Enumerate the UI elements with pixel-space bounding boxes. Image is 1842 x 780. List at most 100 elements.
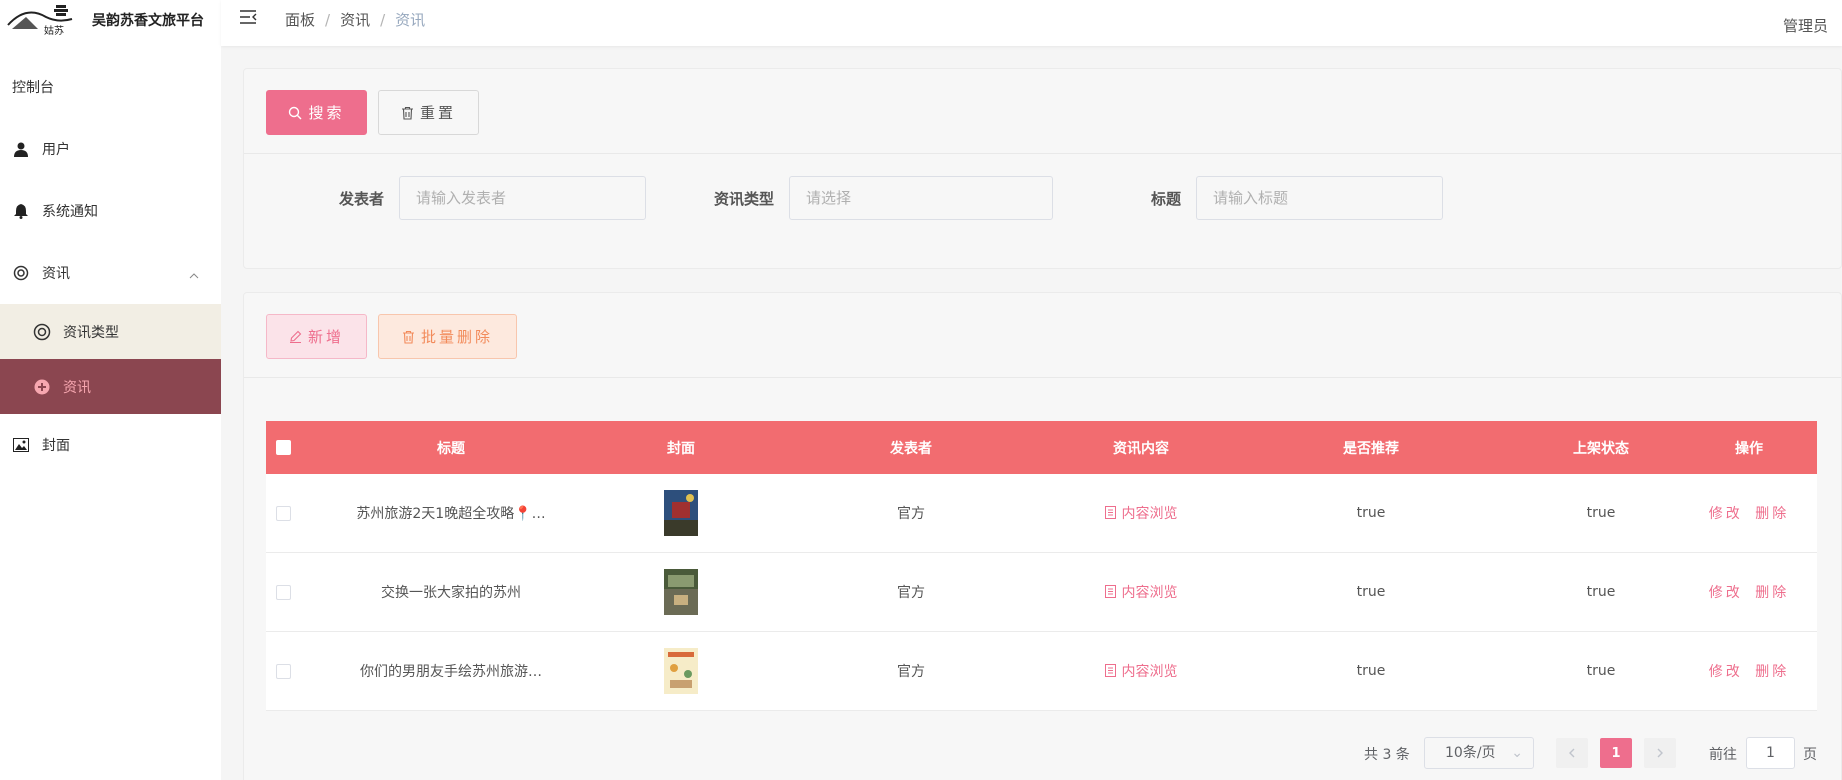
svg-text:姑苏: 姑苏 (44, 24, 64, 37)
sidebar-item-label: 控制台 (12, 80, 54, 96)
news-table: 标题 封面 发表者 资讯内容 是否推荐 上架状态 操作 苏州旅游2天1晚超全攻略… (266, 421, 1817, 711)
menu-toggle-icon[interactable] (239, 9, 257, 29)
user-menu[interactable]: 管理员 (1783, 15, 1828, 36)
reset-button-label: 重置 (419, 104, 456, 122)
reset-button[interactable]: 重置 (378, 90, 479, 135)
document-icon (1104, 506, 1116, 520)
plus-circle-icon (33, 378, 51, 396)
title-label: 标题 (1151, 190, 1182, 208)
breadcrumb-item-current: 资讯 (395, 11, 426, 29)
sidebar-item-news-type[interactable]: 资讯类型 (0, 304, 221, 359)
trash-icon (401, 106, 414, 120)
content-preview-link[interactable]: 内容浏览 (1104, 661, 1178, 681)
sidebar: 姑苏 吴韵苏香文旅平台 控制台 用户 系统通知 资讯 资讯类型 资讯 封面 (0, 0, 221, 780)
column-header-title: 标题 (437, 440, 465, 457)
publisher-input[interactable]: 请输入发表者 (399, 176, 646, 220)
content-preview-label: 内容浏览 (1121, 505, 1178, 522)
list-toolbar: 新增 批量删除 (244, 293, 1841, 378)
add-button[interactable]: 新增 (266, 314, 367, 359)
breadcrumb-item-panel[interactable]: 面板 (285, 11, 315, 29)
column-header-status: 上架状态 (1573, 440, 1629, 457)
title-input[interactable]: 请输入标题 (1196, 176, 1443, 220)
search-form: 发表者 请输入发表者 资讯类型 请选择 标题 请输入标题 (244, 176, 1841, 221)
content-preview-label: 内容浏览 (1121, 584, 1178, 601)
row-checkbox[interactable] (276, 505, 291, 521)
news-list-panel: 新增 批量删除 标题 封面 发表者 资讯内容 是否推荐 上架状态 操作 苏州旅游… (243, 292, 1842, 780)
publisher-label: 发表者 (339, 190, 385, 208)
column-header-content: 资讯内容 (1113, 440, 1169, 457)
table-header: 标题 封面 发表者 资讯内容 是否推荐 上架状态 操作 (266, 421, 1817, 474)
news-type-select[interactable]: 请选择 (789, 176, 1053, 220)
page-size-value: 10条/页 (1445, 745, 1496, 761)
chevron-right-icon (1657, 748, 1663, 758)
row-publisher: 官方 (897, 664, 925, 680)
row-status: true (1586, 663, 1616, 679)
row-recommended: true (1356, 663, 1386, 679)
cover-thumbnail[interactable] (664, 490, 698, 536)
sidebar-item-label: 资讯 (42, 266, 70, 282)
trash-icon (402, 330, 415, 344)
page-size-select[interactable]: 10条/页 ⌄ (1424, 737, 1534, 769)
sidebar-item-notifications[interactable]: 系统通知 (0, 180, 221, 242)
sidebar-item-label: 资讯类型 (63, 324, 119, 341)
bell-icon (12, 202, 30, 220)
select-all-checkbox[interactable] (276, 440, 291, 455)
row-publisher: 官方 (897, 585, 925, 601)
pagination: 共 3 条 10条/页 ⌄ 1 前往 1 页 (244, 737, 1841, 769)
column-header-cover: 封面 (667, 440, 695, 457)
lifebuoy-icon (12, 264, 30, 282)
cover-thumbnail[interactable] (664, 648, 698, 694)
goto-page-input[interactable]: 1 (1746, 737, 1795, 769)
row-status: true (1586, 505, 1616, 521)
row-checkbox[interactable] (276, 663, 291, 679)
delete-button[interactable]: 删除 (1755, 506, 1789, 522)
search-panel: 搜索 重置 发表者 请输入发表者 资讯类型 请选择 标题 请输入标题 (243, 68, 1842, 269)
row-status: true (1586, 584, 1616, 600)
breadcrumb-item-news[interactable]: 资讯 (340, 11, 370, 29)
row-recommended: true (1356, 584, 1386, 600)
batch-delete-button-label: 批量删除 (420, 328, 493, 346)
sidebar-item-dashboard[interactable]: 控制台 (0, 56, 221, 118)
row-checkbox[interactable] (276, 584, 291, 600)
row-title: 苏州旅游2天1晚超全攻略📍… (356, 506, 546, 522)
table-row: 交换一张大家拍的苏州 官方 内容浏览 true true 修改 删除 (266, 553, 1817, 632)
breadcrumb: 面板 / 资讯 / 资讯 (285, 9, 425, 30)
delete-button[interactable]: 删除 (1755, 585, 1789, 601)
top-header: 面板 / 资讯 / 资讯 管理员 (221, 0, 1842, 46)
content-preview-link[interactable]: 内容浏览 (1104, 503, 1178, 523)
document-icon (1104, 664, 1116, 678)
next-page-button[interactable] (1644, 738, 1676, 768)
page-number-button[interactable]: 1 (1600, 738, 1632, 768)
sidebar-menu: 控制台 用户 系统通知 资讯 资讯类型 资讯 封面 (0, 56, 221, 476)
sidebar-item-label: 系统通知 (42, 204, 98, 220)
breadcrumb-separator: / (325, 11, 331, 29)
batch-delete-button[interactable]: 批量删除 (378, 314, 517, 359)
edit-button[interactable]: 修改 (1709, 585, 1743, 601)
row-title: 交换一张大家拍的苏州 (381, 585, 521, 601)
edit-button[interactable]: 修改 (1709, 506, 1743, 522)
delete-button[interactable]: 删除 (1755, 664, 1789, 680)
content-preview-link[interactable]: 内容浏览 (1104, 582, 1178, 602)
column-header-actions: 操作 (1735, 440, 1763, 457)
search-button[interactable]: 搜索 (266, 90, 367, 135)
sidebar-item-label: 封面 (42, 438, 70, 454)
chevron-up-icon (189, 267, 199, 283)
cover-thumbnail[interactable] (664, 569, 698, 615)
row-title: 你们的男朋友手绘苏州旅游… (360, 664, 542, 680)
chevron-left-icon (1569, 748, 1575, 758)
sidebar-item-news[interactable]: 资讯 (0, 359, 221, 414)
sidebar-item-cover[interactable]: 封面 (0, 414, 221, 476)
sidebar-item-users[interactable]: 用户 (0, 118, 221, 180)
logo-area: 姑苏 吴韵苏香文旅平台 (0, 0, 221, 40)
goto-label: 前往 (1709, 747, 1737, 763)
search-icon (288, 106, 302, 120)
breadcrumb-separator: / (380, 11, 386, 29)
prev-page-button[interactable] (1556, 738, 1588, 768)
sidebar-item-label: 用户 (42, 142, 70, 158)
image-icon (12, 436, 30, 454)
edit-icon (289, 330, 302, 343)
table-row: 你们的男朋友手绘苏州旅游… 官方 内容浏览 true true 修改 删除 (266, 632, 1817, 711)
edit-button[interactable]: 修改 (1709, 664, 1743, 680)
page-suffix-label: 页 (1803, 747, 1817, 763)
sidebar-item-news-group[interactable]: 资讯 (0, 242, 221, 304)
